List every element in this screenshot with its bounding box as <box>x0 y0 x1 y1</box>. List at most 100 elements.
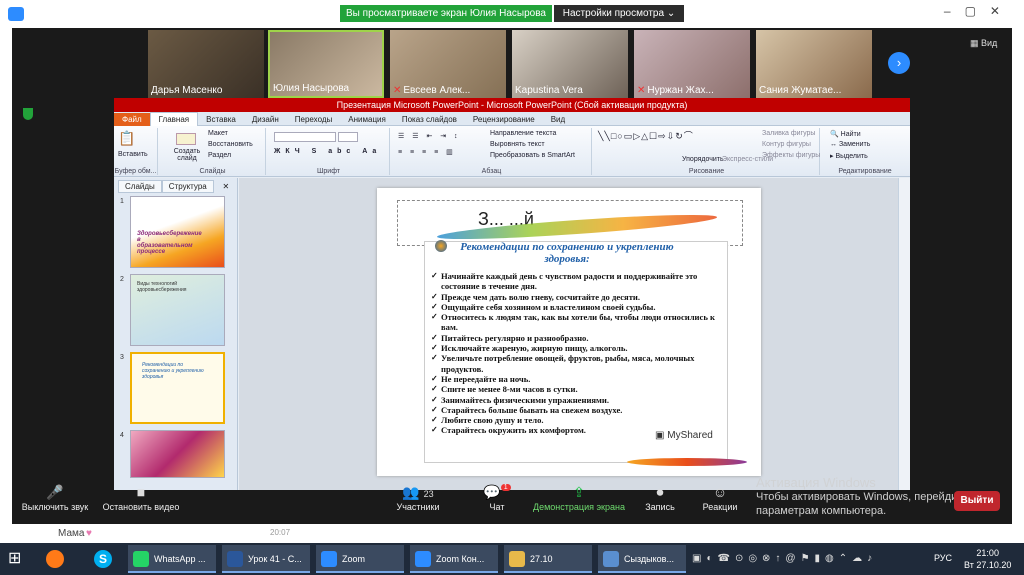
tab-slideshow[interactable]: Показ слайдов <box>394 113 465 127</box>
font-size-select[interactable] <box>338 132 358 142</box>
layout-button[interactable]: Макет <box>208 130 228 137</box>
participants-count: 23 <box>423 489 434 499</box>
current-slide[interactable]: З... ...й Рекомендации по сохранению и у… <box>377 188 761 476</box>
smile-icon: ☺ <box>712 484 728 500</box>
chat-button[interactable]: 💬 1 Чат <box>480 484 514 512</box>
decorative-swoosh <box>627 458 747 466</box>
list-buttons[interactable]: ☰ ☰ ⇤ ⇥ ↕ <box>398 132 461 140</box>
recommendation-item: Увеличьте потребление овощей, фруктов, р… <box>431 353 721 374</box>
thumb-number: 3 <box>120 354 124 361</box>
shape-effects-button[interactable]: Эффекты фигуры <box>762 152 820 159</box>
app-label: 27.10 <box>530 554 553 564</box>
participant-name: Kapustina Vera <box>515 85 583 96</box>
system-clock[interactable]: 21:00 Вт 27.10.20 <box>964 547 1011 571</box>
record-icon: ⏺ <box>656 484 664 500</box>
recommendation-item: Питайтесь регулярно и разнообразно. <box>431 333 721 344</box>
taskbar-app-button[interactable]: 27.10 <box>504 545 592 573</box>
participant-name: Дарья Масенко <box>151 85 223 96</box>
slide-thumbnail-selected[interactable]: Рекомендации по сохранению и укреплению … <box>130 352 225 424</box>
tab-review[interactable]: Рецензирование <box>465 113 543 127</box>
participant-tile[interactable]: Сания Жуматае... <box>756 30 872 98</box>
chat-icon: 💬 1 <box>480 484 514 502</box>
window-controls[interactable]: –▢✕ <box>944 4 1014 18</box>
taskbar-app-button[interactable]: Сыздыков... <box>598 545 686 573</box>
participant-tile[interactable]: Дарья Масенко <box>148 30 264 98</box>
recommendation-item: Прежде чем дать волю гневу, сосчитайте д… <box>431 292 721 303</box>
windows-start-icon[interactable]: ⊞ <box>8 548 21 568</box>
replace-button[interactable]: ↔ Заменить <box>830 141 870 148</box>
taskbar-app-button[interactable]: Zoom <box>316 545 404 573</box>
taskbar-app-button[interactable]: Урок 41 - С... <box>222 545 310 573</box>
align-buttons[interactable]: ≡ ≡ ≡ ≡ ▥ <box>398 148 456 156</box>
activation-line: Чтобы активировать Windows, перейдите <box>756 491 969 503</box>
taskbar-app-button[interactable]: WhatsApp ... <box>128 545 216 573</box>
language-indicator[interactable]: РУС <box>934 553 952 563</box>
tab-insert[interactable]: Вставка <box>198 113 244 127</box>
reset-button[interactable]: Восстановить <box>208 141 253 148</box>
tab-outline[interactable]: Структура <box>161 180 214 193</box>
reactions-button[interactable]: ☺ Реакции <box>700 484 740 512</box>
recommendation-item: Исключайте жареную, жирную пищу, алкогол… <box>431 343 721 354</box>
taskbar-app-button[interactable]: Zoom Кон... <box>410 545 498 573</box>
group-label: Буфер обм... <box>114 168 157 175</box>
tab-file[interactable]: Файл <box>114 113 150 127</box>
section-button[interactable]: Раздел <box>208 152 231 159</box>
record-button[interactable]: ⏺ Запись <box>640 484 680 512</box>
font-group: ЖКЧ S abc Аа Шрифт <box>268 128 390 175</box>
close-panel-icon[interactable]: ✕ <box>217 181 236 192</box>
share-screen-icon: ⇪ <box>573 484 585 500</box>
stop-video-button[interactable]: ■ Остановить видео <box>98 484 184 512</box>
slide-thumbnail[interactable]: Виды технологий здоровьесбережения <box>130 274 225 346</box>
participant-tile[interactable]: Kapustina Vera <box>512 30 628 98</box>
tab-design[interactable]: Дизайн <box>244 113 287 127</box>
slide-thumbnail[interactable] <box>130 430 225 478</box>
tab-slides[interactable]: Слайды <box>118 180 162 193</box>
shape-fill-button[interactable]: Заливка фигуры <box>762 130 815 137</box>
skype-icon[interactable]: S <box>94 550 112 568</box>
arrange-button[interactable]: Упорядочить <box>682 156 724 163</box>
font-name-select[interactable] <box>274 132 336 142</box>
participant-tile-active[interactable]: Юлия Насырова <box>268 30 384 98</box>
thumb-number: 2 <box>120 276 124 283</box>
new-slide-icon <box>176 133 196 145</box>
font-format-buttons[interactable]: ЖКЧ S abc Аа <box>274 148 381 155</box>
recommendation-item: Старайтесь больше бывать на свежем возду… <box>431 405 721 416</box>
tab-home[interactable]: Главная <box>149 112 199 127</box>
app-label: WhatsApp ... <box>154 554 206 564</box>
select-button[interactable]: ▸ Выделить <box>830 152 868 160</box>
paste-button[interactable]: Вставить <box>118 151 148 158</box>
view-settings-button[interactable]: Настройки просмотра ⌄ <box>554 5 684 22</box>
leave-meeting-button[interactable]: Выйти <box>954 491 1000 511</box>
view-button[interactable]: ▦ Вид <box>970 38 997 49</box>
windows-activation-notice: Активация Windows Чтобы активировать Win… <box>756 476 968 518</box>
new-slide-button[interactable]: Создать слайд <box>172 148 202 162</box>
recommendation-item: Не переедайте на ночь. <box>431 374 721 385</box>
find-button[interactable]: 🔍 Найти <box>830 130 861 138</box>
share-screen-button[interactable]: ⇪ Демонстрация экрана <box>530 484 628 512</box>
shape-outline-button[interactable]: Контур фигуры <box>762 141 811 148</box>
smartart-button[interactable]: Преобразовать в SmartArt <box>490 152 575 159</box>
shapes-gallery[interactable]: ╲╲□○▭▷△☐⇨⇩↻⌒ <box>598 131 693 141</box>
tab-animations[interactable]: Анимация <box>340 113 394 127</box>
firefox-icon[interactable] <box>46 550 64 568</box>
thumb-text: Рекомендации по сохранению и укреплению … <box>142 362 204 380</box>
next-participants-button[interactable]: › <box>888 52 910 74</box>
tray-icons[interactable]: ▣◐☎⊙◎⊗↑@⚑▮◍⌃☁♪ <box>692 553 877 564</box>
slide-thumbnail[interactable]: Здоровьесбережение в образовательном про… <box>130 196 225 268</box>
align-text-button[interactable]: Выровнять текст <box>490 141 545 148</box>
recommendation-item: Спите не менее 8-ми часов в сутки. <box>431 384 721 395</box>
mute-button[interactable]: 🎤 Выключить звук <box>18 484 92 512</box>
chat-preview[interactable]: Мама ♥ 20:07 <box>50 528 1000 543</box>
participants-button[interactable]: 👥 23 Участники <box>394 484 442 512</box>
powerpoint-window: Презентация Microsoft PowerPoint - Micro… <box>114 98 910 490</box>
text-direction-button[interactable]: Направление текста <box>490 130 556 137</box>
activation-title: Активация Windows <box>756 475 876 490</box>
participant-tile[interactable]: ✕ Евсеев Алек... <box>390 30 506 98</box>
participant-tile[interactable]: ✕ Нуржан Жах... <box>634 30 750 98</box>
thumb-text: Виды технологий здоровьесбережения <box>137 281 187 293</box>
tab-view[interactable]: Вид <box>543 113 573 127</box>
group-label: Абзац <box>481 168 502 175</box>
vertical-scrollbar[interactable] <box>898 178 910 490</box>
tab-transitions[interactable]: Переходы <box>287 113 341 127</box>
group-label: Рисование <box>688 168 725 175</box>
